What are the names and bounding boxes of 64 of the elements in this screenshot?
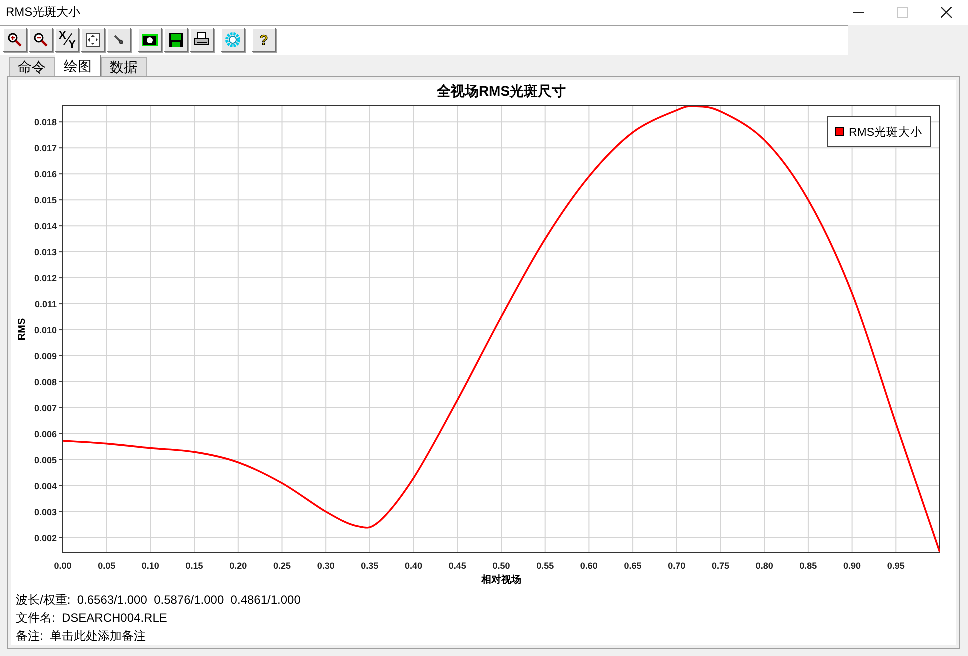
settings-icon <box>225 32 241 48</box>
axis-title: 相对视场 <box>482 575 522 586</box>
axis-tick-label: 0.10 <box>142 561 160 571</box>
axis-tick-label: 0.012 <box>34 274 57 284</box>
axis-tick-label: 0.009 <box>34 352 57 362</box>
axis-tick-label: 0.50 <box>492 561 510 571</box>
close-icon[interactable] <box>940 7 952 18</box>
axis-tick-label: 0.65 <box>624 561 642 571</box>
axis-tick-label: 0.008 <box>34 378 57 388</box>
axis-tick-label: 0.007 <box>34 403 57 414</box>
axis-tick-label: 0.005 <box>34 455 57 466</box>
axis-tick-label: 0.014 <box>34 222 57 232</box>
axis-tick-label: 0.004 <box>34 481 57 492</box>
note-text: 备注: 单击此处添加备注 <box>16 628 146 645</box>
note-text: 波长/权重: 0.6563/1.000 0.5876/1.000 0.4861/1.000 <box>16 592 301 609</box>
axes-button[interactable]: X Y <box>55 28 79 52</box>
window-title: RMS光斑大小 <box>6 4 81 21</box>
toolbar-button[interactable] <box>138 28 162 52</box>
axis-tick-label: 0.95 <box>887 561 905 571</box>
toolbar-button[interactable] <box>3 28 27 52</box>
tab[interactable]: 命令 <box>9 57 55 76</box>
axis-tick-label: 0.35 <box>361 561 379 571</box>
axis-tick-label: 0.017 <box>34 144 57 154</box>
toolbar-button[interactable] <box>81 28 105 52</box>
axis-tick-label: 0.013 <box>34 248 57 258</box>
axis-tick-label: 0.015 <box>34 196 57 206</box>
camera-icon <box>142 32 158 48</box>
axis-tick-label: 0.55 <box>536 561 554 571</box>
axis-tick-label: 0.003 <box>34 507 57 518</box>
printer-icon <box>194 32 210 48</box>
note-text: 文件名: DSEARCH004.RLE <box>16 610 168 627</box>
legend-label: RMS光斑大小 <box>848 127 922 139</box>
axis-tick-label: 0.016 <box>34 170 57 180</box>
axis-tick-label: 0.25 <box>273 561 292 571</box>
axis-tick-label: 0.60 <box>580 561 598 571</box>
axis-tick-label: 0.006 <box>34 429 57 440</box>
minimize-icon[interactable] <box>852 12 864 14</box>
zoom-out-icon <box>33 32 49 48</box>
axis-title: RMS <box>17 318 28 341</box>
axis-tick-label: 0.20 <box>230 561 248 571</box>
axis-tick-label: 0.018 <box>34 118 57 128</box>
toolbar-button[interactable] <box>190 28 214 52</box>
toolbar-button[interactable] <box>164 28 188 52</box>
axis-tick-label: 0.00 <box>54 561 72 571</box>
tab[interactable]: 绘图 <box>55 55 101 76</box>
axis-tick-label: 0.40 <box>405 561 423 571</box>
axis-tick-label: 0.90 <box>844 561 862 571</box>
toolbar-button[interactable] <box>29 28 53 52</box>
axis-tick-label: 0.30 <box>317 561 335 571</box>
zoom-in-icon <box>7 32 23 48</box>
axis-tick-label: 0.85 <box>800 561 818 571</box>
axis-tick-label: 0.70 <box>668 561 686 571</box>
axis-tick-label: 0.80 <box>756 561 774 571</box>
axis-tick-label: 0.15 <box>186 561 204 571</box>
axis-tick-label: 0.002 <box>34 533 57 544</box>
axis-tick-label: 0.45 <box>448 561 466 571</box>
toolbar-button[interactable] <box>107 28 131 52</box>
tab[interactable]: 数据 <box>101 57 147 76</box>
expand-arrows-icon <box>85 32 101 48</box>
axis-tick-label: 0.010 <box>34 326 57 336</box>
axis-tick-label: 0.05 <box>98 561 116 571</box>
chart-title: 全视场RMS光斑尺寸 <box>436 83 566 99</box>
axis-tick-label: 0.75 <box>712 561 730 571</box>
axis-tick-label: 0.011 <box>34 300 57 310</box>
